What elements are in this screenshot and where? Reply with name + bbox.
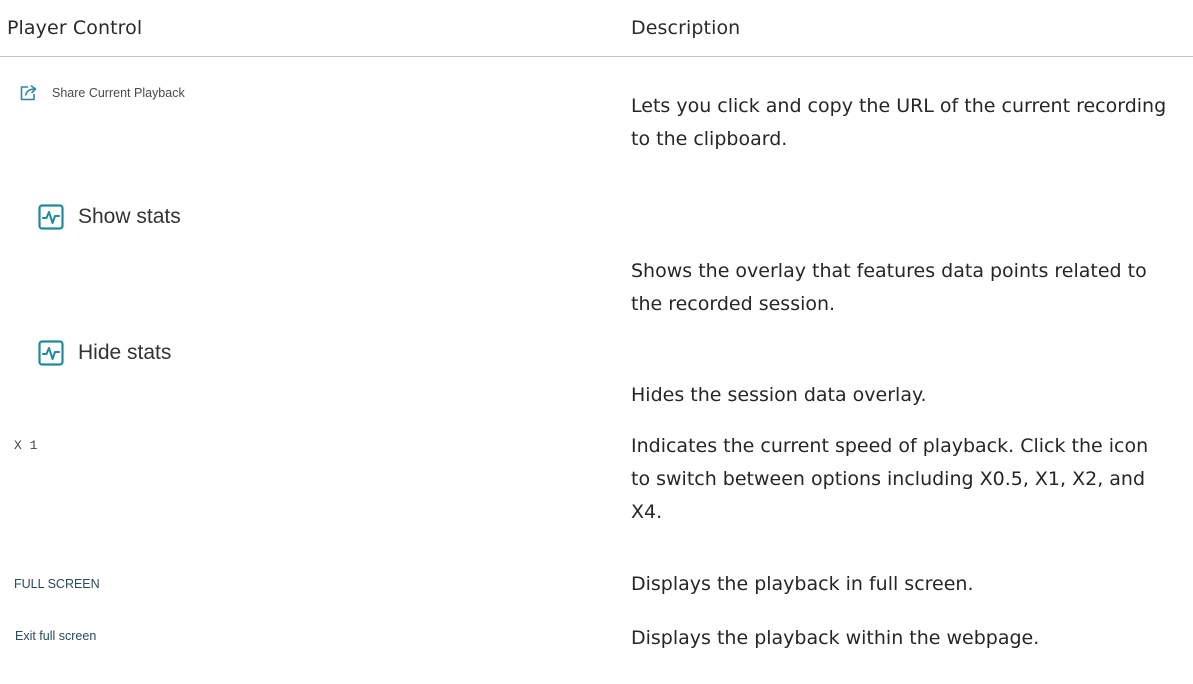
playback-speed-description: Indicates the current speed of playback.… [631, 435, 1149, 523]
stats-icon [38, 204, 64, 230]
exit-full-screen-description: Displays the playback within the webpage… [631, 627, 1040, 649]
header-divider [0, 56, 1193, 57]
playback-speed-button[interactable]: X 1 [14, 438, 37, 453]
stats-icon [38, 340, 64, 366]
table-header: Player Control Description [0, 0, 1193, 56]
column-header-description: Description [631, 17, 741, 39]
playback-speed-label: X 1 [14, 438, 38, 453]
full-screen-button[interactable]: FULL SCREEN [14, 577, 100, 591]
show-stats-button[interactable]: Show stats [38, 204, 181, 230]
page: { "table": { "headers": { "control": "Pl… [0, 0, 1193, 684]
full-screen-label: FULL SCREEN [14, 577, 100, 591]
column-header-player-control: Player Control [7, 17, 143, 39]
share-icon [19, 84, 39, 102]
hide-stats-button[interactable]: Hide stats [38, 340, 171, 366]
share-description: Lets you click and copy the URL of the c… [631, 95, 1167, 150]
hide-stats-label: Hide stats [78, 341, 172, 364]
exit-full-screen-button[interactable]: Exit full screen [15, 629, 96, 643]
full-screen-description: Displays the playback in full screen. [631, 573, 974, 595]
share-current-playback-label: Share Current Playback [52, 86, 185, 100]
share-current-playback-button[interactable]: Share Current Playback [19, 84, 185, 102]
show-stats-label: Show stats [78, 205, 181, 228]
exit-full-screen-label: Exit full screen [15, 629, 97, 643]
hide-stats-description: Hides the session data overlay. [631, 384, 927, 406]
show-stats-description: Shows the overlay that features data poi… [631, 260, 1147, 315]
